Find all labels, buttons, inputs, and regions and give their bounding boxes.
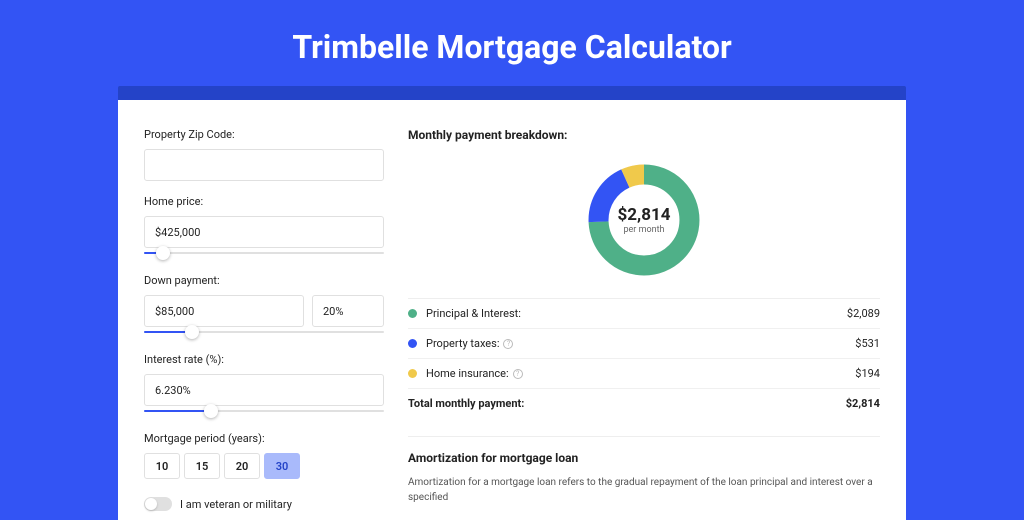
zip-input[interactable] — [144, 149, 384, 181]
info-icon[interactable]: ? — [503, 339, 513, 349]
legend-label: Principal & Interest: — [426, 307, 847, 320]
legend-total-row: Total monthly payment:$2,814 — [408, 389, 880, 418]
donut-center: $2,814 per month — [584, 160, 704, 280]
slider-thumb[interactable] — [185, 325, 199, 339]
interest-field: Interest rate (%): — [144, 353, 384, 418]
legend-row: Principal & Interest:$2,089 — [408, 299, 880, 329]
donut-wrap: $2,814 per month — [408, 154, 880, 298]
legend-row: Property taxes:?$531 — [408, 329, 880, 359]
home-price-input[interactable] — [144, 216, 384, 248]
period-label: Mortgage period (years): — [144, 432, 384, 445]
slider-thumb[interactable] — [156, 246, 170, 260]
legend-value: $194 — [855, 367, 880, 380]
donut-sub: per month — [623, 225, 664, 235]
legend-label: Property taxes:? — [426, 337, 855, 350]
donut-amount: $2,814 — [618, 205, 671, 225]
legend-label: Home insurance:? — [426, 367, 855, 380]
legend-dot — [408, 369, 417, 378]
home-price-field: Home price: — [144, 195, 384, 260]
zip-label: Property Zip Code: — [144, 128, 384, 141]
legend-dot — [408, 339, 417, 348]
slider-thumb[interactable] — [204, 404, 218, 418]
breakdown-title: Monthly payment breakdown: — [408, 128, 880, 142]
down-payment-pct-input[interactable] — [312, 295, 384, 327]
total-value: $2,814 — [846, 397, 880, 410]
home-price-label: Home price: — [144, 195, 384, 208]
veteran-toggle[interactable] — [144, 497, 172, 511]
total-label: Total monthly payment: — [408, 397, 846, 410]
period-button-30[interactable]: 30 — [264, 453, 300, 479]
legend-row: Home insurance:?$194 — [408, 359, 880, 389]
amortization-title: Amortization for mortgage loan — [408, 451, 880, 465]
calculator-card: Property Zip Code: Home price: Down paym… — [118, 100, 906, 520]
card-frame: Property Zip Code: Home price: Down paym… — [118, 86, 906, 520]
amortization-section: Amortization for mortgage loan Amortizat… — [408, 436, 880, 505]
payment-donut-chart: $2,814 per month — [584, 160, 704, 280]
interest-input[interactable] — [144, 374, 384, 406]
home-price-slider[interactable] — [144, 246, 384, 260]
interest-slider[interactable] — [144, 404, 384, 418]
down-payment-slider[interactable] — [144, 325, 384, 339]
period-button-10[interactable]: 10 — [144, 453, 180, 479]
info-icon[interactable]: ? — [513, 369, 523, 379]
down-payment-input[interactable] — [144, 295, 304, 327]
veteran-label: I am veteran or military — [180, 498, 292, 511]
interest-label: Interest rate (%): — [144, 353, 384, 366]
form-column: Property Zip Code: Home price: Down paym… — [144, 128, 384, 520]
period-button-20[interactable]: 20 — [224, 453, 260, 479]
period-buttons: 10152030 — [144, 453, 384, 479]
period-field: Mortgage period (years): 10152030 — [144, 432, 384, 479]
legend-dot — [408, 309, 417, 318]
legend-value: $2,089 — [847, 307, 880, 320]
amortization-text: Amortization for a mortgage loan refers … — [408, 475, 880, 505]
period-button-15[interactable]: 15 — [184, 453, 220, 479]
page-title: Trimbelle Mortgage Calculator — [0, 0, 1024, 86]
down-payment-label: Down payment: — [144, 274, 384, 287]
veteran-row: I am veteran or military — [144, 497, 384, 511]
legend-value: $531 — [855, 337, 880, 350]
zip-field: Property Zip Code: — [144, 128, 384, 181]
legend: Principal & Interest:$2,089Property taxe… — [408, 298, 880, 418]
down-payment-field: Down payment: — [144, 274, 384, 339]
breakdown-column: Monthly payment breakdown: $2,814 per mo… — [408, 128, 880, 520]
